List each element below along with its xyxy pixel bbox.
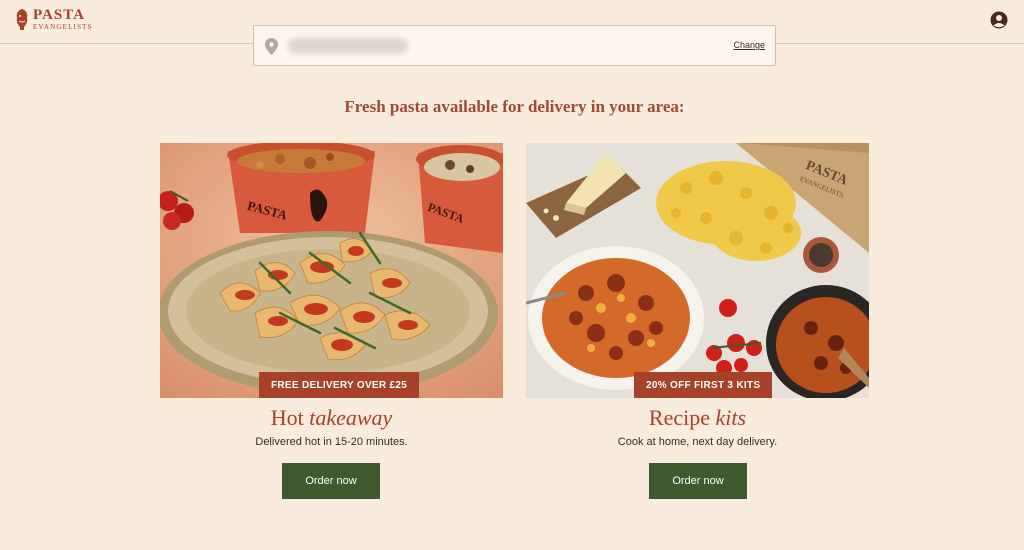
recipe-kits-title[interactable]: Recipe kits [526, 405, 869, 431]
change-address-link[interactable]: Change [733, 40, 765, 50]
takeaway-description: Delivered hot in 15-20 minutes. [255, 436, 408, 448]
takeaway-promo-badge: FREE DELIVERY OVER £25 [259, 372, 420, 398]
recipe-kits-description: Cook at home, next day delivery. [617, 436, 778, 448]
user-circle-icon[interactable] [990, 11, 1008, 29]
takeaway-title-italic: takeaway [309, 405, 393, 430]
address-value: ●●●●●●●●●●●●●●●● [288, 38, 408, 54]
kits-promo-badge: 20% OFF FIRST 3 KITS [634, 372, 773, 398]
recipe-kits-order-button[interactable]: Order now [649, 463, 747, 499]
page-headline: Fresh pasta available for delivery in yo… [344, 97, 685, 116]
takeaway-photo: PASTA PASTA [160, 143, 503, 398]
recipe-kits-photo: PASTA EVANGELISTS [526, 143, 869, 398]
recipe-kits-card[interactable]: PASTA EVANGELISTS 20% OFF FIRST 3 KITS [526, 143, 869, 398]
brand-logo[interactable]: PASTA EVANGELISTS [14, 7, 93, 31]
takeaway-order-button[interactable]: Order now [282, 463, 380, 499]
takeaway-title-main: Hot [270, 405, 310, 430]
takeaway-card[interactable]: PASTA PASTA FREE DELIVERY OVER £25 [160, 143, 503, 398]
delivery-address-bar: ●●●●●●●●●●●●●●●● Change [253, 25, 776, 66]
location-pin-icon [265, 38, 278, 55]
brand-name: PASTA [33, 6, 85, 23]
brand-subtitle: EVANGELISTS [33, 22, 93, 31]
lion-crest-icon [16, 9, 28, 30]
takeaway-title[interactable]: Hot takeaway [160, 405, 503, 431]
recipe-kits-title-italic: kits [715, 405, 747, 430]
recipe-kits-title-main: Recipe [648, 405, 716, 430]
